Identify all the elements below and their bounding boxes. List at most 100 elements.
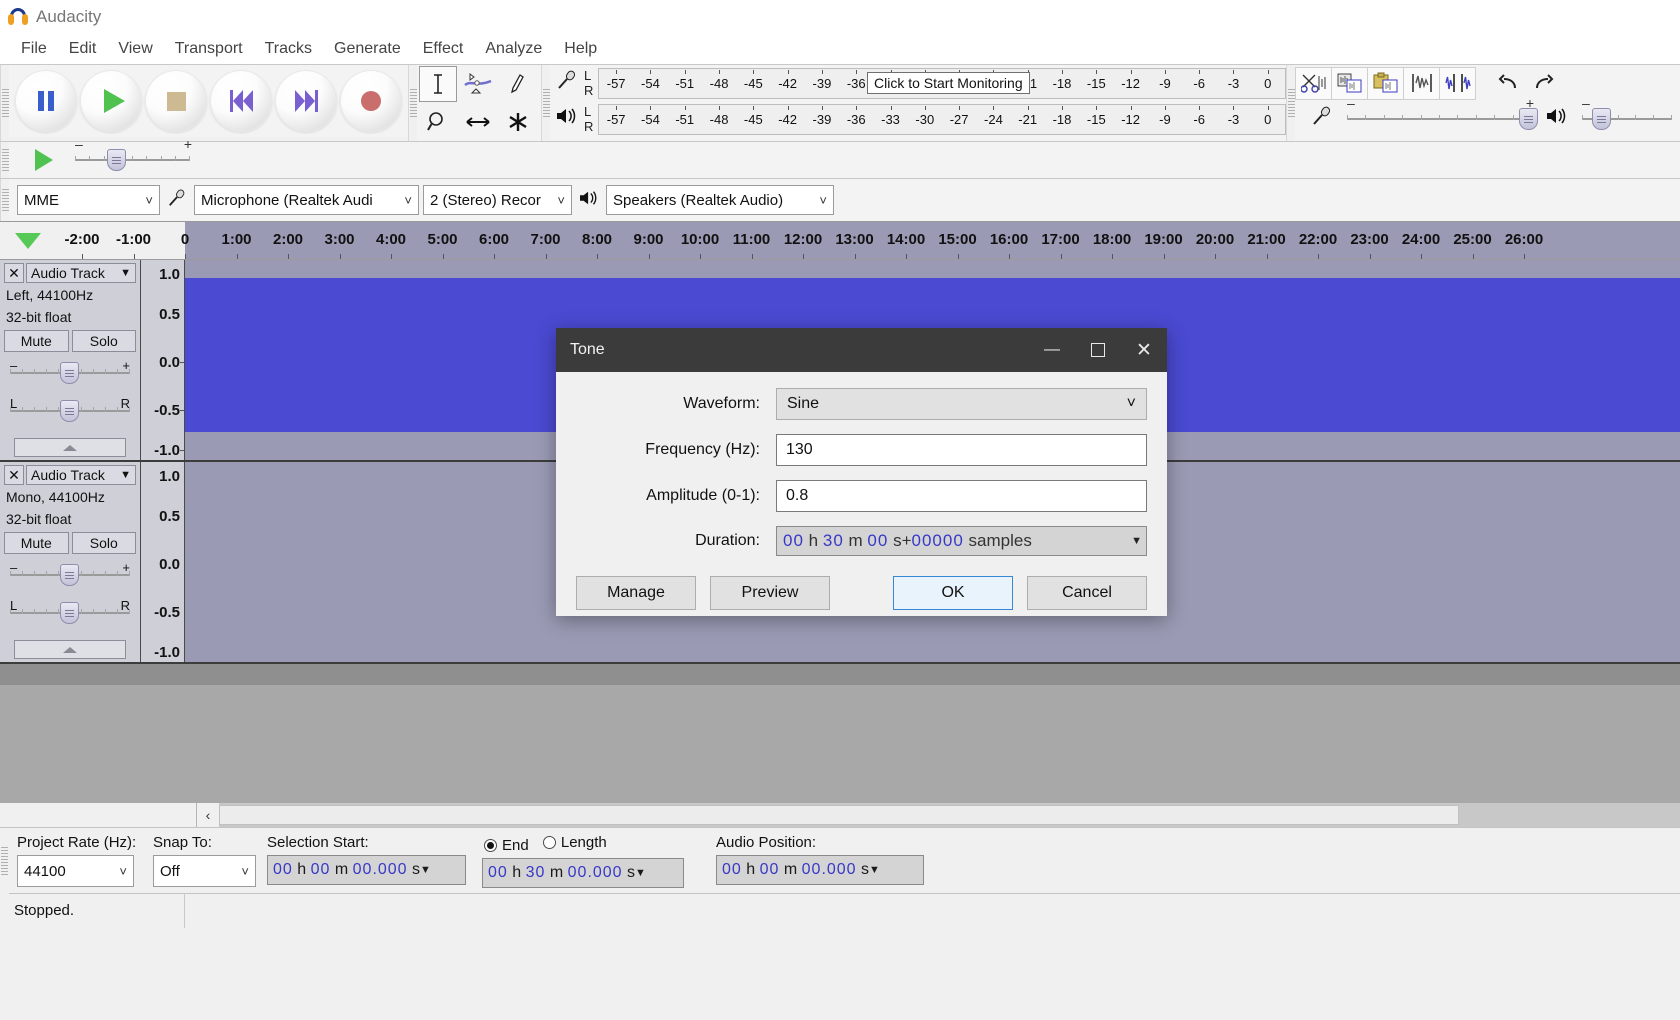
- silence-audio-button[interactable]: [1439, 67, 1476, 100]
- track-gain-thumb[interactable]: [60, 564, 79, 586]
- recording-volume-slider[interactable]: – +: [1347, 108, 1532, 130]
- paste-button[interactable]: [1367, 67, 1404, 100]
- track-pan-thumb[interactable]: [60, 602, 79, 624]
- length-radio[interactable]: Length: [543, 834, 607, 851]
- timeline-ruler-body[interactable]: -2:00-1:0001:002:003:004:005:006:007:008…: [55, 222, 1680, 259]
- skip-to-start-button[interactable]: [210, 70, 272, 132]
- selection-start-time-field[interactable]: 00 h 00 m 00.000 s ▼: [267, 855, 466, 885]
- menu-generate[interactable]: Generate: [323, 37, 412, 61]
- snap-to-combo[interactable]: Off ˅: [153, 855, 256, 887]
- tools-toolbar-grip[interactable]: [408, 65, 417, 141]
- selection-toolbar-grip[interactable]: [0, 828, 9, 894]
- timeline-pin-button[interactable]: [0, 222, 55, 259]
- track-collapse-button[interactable]: [14, 640, 126, 659]
- track-control-panel: ✕ Audio Track ▼ Mono, 44100Hz 32-bit flo…: [0, 462, 141, 662]
- menu-effect[interactable]: Effect: [412, 37, 475, 61]
- device-toolbar-grip[interactable]: [0, 179, 9, 221]
- track-close-button[interactable]: ✕: [4, 263, 24, 283]
- edit-toolbar-grip[interactable]: [1286, 65, 1295, 141]
- record-meter-toolbar[interactable]: LR -57-54-51-48-45-42-39-36-33-30-27-24-…: [550, 65, 1286, 101]
- track-gain-slider[interactable]: – +: [10, 362, 130, 386]
- record-button[interactable]: [340, 70, 402, 132]
- transport-toolbar-grip[interactable]: [0, 65, 9, 141]
- menu-file[interactable]: File: [10, 37, 58, 61]
- dialog-minimize-button[interactable]: —: [1029, 328, 1075, 372]
- playback-volume-slider[interactable]: –: [1582, 108, 1672, 130]
- clipboard-icon: [1373, 72, 1399, 94]
- cut-button[interactable]: [1295, 67, 1332, 100]
- track-pan-slider[interactable]: L R: [10, 602, 130, 626]
- play-meter-scale[interactable]: -57-54-51-48-45-42-39-36-33-30-27-24-21-…: [598, 104, 1286, 135]
- timeshift-tool-button[interactable]: [459, 104, 497, 140]
- track-solo-button[interactable]: Solo: [72, 532, 137, 554]
- ok-button[interactable]: OK: [893, 576, 1013, 610]
- duration-time-field[interactable]: 00 h 30 m 00 s+ 00000 samples ▼: [776, 526, 1147, 556]
- undo-button[interactable]: [1489, 67, 1526, 100]
- track-collapse-button[interactable]: [14, 438, 126, 457]
- envelope-tool-button[interactable]: [459, 66, 497, 102]
- menu-view[interactable]: View: [107, 37, 163, 61]
- track-gain-slider[interactable]: – +: [10, 564, 130, 588]
- play-button[interactable]: [80, 70, 142, 132]
- play-speed-toolbar-grip[interactable]: [0, 142, 9, 178]
- track-close-button[interactable]: ✕: [4, 465, 24, 485]
- play-at-speed-button[interactable]: [35, 149, 53, 171]
- timeline-ruler[interactable]: -2:00-1:0001:002:003:004:005:006:007:008…: [0, 222, 1680, 260]
- track-solo-button[interactable]: Solo: [72, 330, 137, 352]
- project-rate-combo[interactable]: 44100 ˅: [17, 855, 134, 887]
- end-radio[interactable]: End: [484, 837, 529, 854]
- zoom-tool-button[interactable]: [419, 104, 457, 140]
- track-mute-button[interactable]: Mute: [4, 330, 69, 352]
- amplitude-input[interactable]: 0.8: [776, 480, 1147, 512]
- track-vertical-ruler[interactable]: 1.0 0.5 0.0 -0.5 -1.0: [141, 462, 185, 662]
- scrollbar-track[interactable]: [219, 803, 1680, 827]
- dialog-maximize-button[interactable]: [1075, 328, 1121, 372]
- preview-button[interactable]: Preview: [710, 576, 830, 610]
- scrollbar-thumb[interactable]: [219, 805, 1459, 825]
- pause-button[interactable]: [15, 70, 77, 132]
- play-speed-slider[interactable]: – +: [75, 149, 190, 171]
- track-name-dropdown[interactable]: Audio Track ▼: [26, 263, 136, 283]
- track-gain-thumb[interactable]: [60, 362, 79, 384]
- stop-button[interactable]: [145, 70, 207, 132]
- playback-device-combo[interactable]: Speakers (Realtek Audio) ˅: [606, 185, 834, 215]
- scroll-left-button[interactable]: ‹: [197, 803, 219, 827]
- skip-to-end-button[interactable]: [275, 70, 337, 132]
- recording-device-combo[interactable]: Microphone (Realtek Audi ˅: [194, 185, 419, 215]
- trim-audio-button[interactable]: [1403, 67, 1440, 100]
- recording-volume-thumb[interactable]: [1519, 108, 1538, 130]
- track-mute-button[interactable]: Mute: [4, 532, 69, 554]
- track-name-dropdown[interactable]: Audio Track ▼: [26, 465, 136, 485]
- menu-tracks[interactable]: Tracks: [254, 37, 323, 61]
- dialog-titlebar[interactable]: Tone — ✕: [556, 328, 1167, 372]
- chevron-down-icon[interactable]: ▼: [869, 864, 880, 876]
- end-time-field[interactable]: 00 h 30 m 00.000 s ▼: [482, 858, 684, 888]
- playback-volume-thumb[interactable]: [1592, 108, 1611, 130]
- chevron-down-icon[interactable]: ▼: [420, 864, 431, 876]
- audio-position-time-field[interactable]: 00 h 00 m 00.000 s ▼: [716, 855, 924, 885]
- manage-button[interactable]: Manage: [576, 576, 696, 610]
- menu-transport[interactable]: Transport: [164, 37, 254, 61]
- record-meter-scale[interactable]: -57-54-51-48-45-42-39-36-33-30-27-24-21-…: [598, 68, 1286, 99]
- track-pan-thumb[interactable]: [60, 400, 79, 422]
- selection-tool-button[interactable]: [419, 66, 457, 102]
- record-meter-grip[interactable]: [541, 65, 550, 141]
- track-pan-slider[interactable]: L R: [10, 400, 130, 424]
- play-speed-thumb[interactable]: [107, 149, 126, 171]
- cancel-button[interactable]: Cancel: [1027, 576, 1147, 610]
- chevron-down-icon[interactable]: ▼: [635, 867, 646, 879]
- horizontal-scrollbar[interactable]: ‹: [0, 803, 1680, 827]
- frequency-input[interactable]: 130: [776, 434, 1147, 466]
- play-meter-toolbar[interactable]: LR -57-54-51-48-45-42-39-36-33-30-27-24-…: [550, 101, 1286, 137]
- chevron-down-icon[interactable]: ▼: [1131, 535, 1144, 547]
- audio-host-combo[interactable]: MME ˅: [17, 185, 160, 215]
- menu-analyze[interactable]: Analyze: [474, 37, 553, 61]
- multi-tool-button[interactable]: [499, 104, 537, 140]
- menu-edit[interactable]: Edit: [58, 37, 108, 61]
- dialog-close-button[interactable]: ✕: [1121, 328, 1167, 372]
- draw-tool-button[interactable]: [499, 66, 537, 102]
- waveform-select[interactable]: Sine ˅: [776, 388, 1147, 420]
- track-vertical-ruler[interactable]: 1.0 0.5 0.0 -0.5 -1.0: [141, 260, 185, 460]
- recording-channels-combo[interactable]: 2 (Stereo) Recor ˅: [423, 185, 572, 215]
- menu-help[interactable]: Help: [553, 37, 608, 61]
